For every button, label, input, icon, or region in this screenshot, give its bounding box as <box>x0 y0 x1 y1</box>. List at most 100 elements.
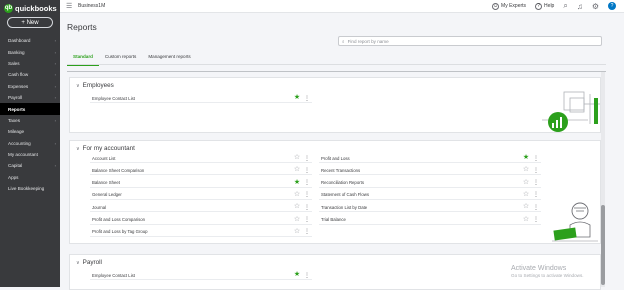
sidebar-item-sales[interactable]: Sales › <box>0 58 60 69</box>
sidebar-item-apps[interactable]: Apps <box>0 172 60 183</box>
kebab-icon[interactable]: ⋮ <box>302 179 312 186</box>
payroll-header[interactable]: ∨ Payroll <box>76 259 102 266</box>
report-name[interactable]: Recent Transactions <box>319 168 521 173</box>
report-name[interactable]: Trial Balance <box>319 217 521 222</box>
report-row[interactable]: Employee Contact List ★ ⋮ <box>90 271 312 280</box>
sidebar-item-cash-flow[interactable]: Cash flow › <box>0 69 60 80</box>
sidebar-item-label: Live Bookkeeping <box>8 186 45 192</box>
star-icon[interactable]: ☆ <box>521 179 531 187</box>
star-icon[interactable]: ★ <box>521 154 531 162</box>
star-icon[interactable]: ☆ <box>521 216 531 224</box>
star-icon[interactable]: ★ <box>292 271 302 279</box>
sidebar-item-banking[interactable]: Banking › <box>0 46 60 57</box>
kebab-icon[interactable]: ⋮ <box>302 95 312 102</box>
kebab-icon[interactable]: ⋮ <box>302 228 312 235</box>
search-icon[interactable]: ⌕ <box>563 1 567 11</box>
scrollbar-thumb[interactable] <box>601 205 605 285</box>
sidebar-item-capital[interactable]: Capital › <box>0 160 60 171</box>
report-row[interactable]: Profit and Loss Comparison ☆ ⋮ <box>90 216 312 225</box>
report-name[interactable]: Profit and Loss by Tag Group <box>90 229 292 234</box>
kebab-icon[interactable]: ⋮ <box>302 155 312 162</box>
report-row[interactable]: Balance Sheet Comparison ☆ ⋮ <box>90 166 312 176</box>
kebab-icon[interactable]: ⋮ <box>302 272 312 279</box>
bell-icon[interactable]: ♫ <box>577 2 583 11</box>
report-name[interactable]: Statement of Cash Flows <box>319 192 521 197</box>
report-row[interactable]: Recent Transactions ☆ ⋮ <box>319 166 541 176</box>
chevron-right-icon: › <box>54 83 56 89</box>
sidebar-item-reports[interactable]: Reports <box>0 103 60 115</box>
activate-windows-watermark: Activate Windows Go to Settings to activ… <box>511 265 584 278</box>
help-button[interactable]: ? Help <box>535 2 554 10</box>
kebab-icon[interactable]: ⋮ <box>531 155 541 162</box>
kebab-icon[interactable]: ⋮ <box>531 179 541 186</box>
report-name[interactable]: Employee Contact List <box>90 273 292 278</box>
report-name[interactable]: Balance Sheet <box>90 180 292 185</box>
star-icon[interactable]: ☆ <box>292 154 302 162</box>
report-search-input[interactable]: ⌕ Find report by name <box>338 36 602 46</box>
report-name[interactable]: General Ledger <box>90 192 292 197</box>
sidebar-item-label: Sales <box>8 60 20 66</box>
star-icon[interactable]: ☆ <box>292 191 302 199</box>
sidebar-item-live-bookkeeping[interactable]: Live Bookkeeping <box>0 183 60 194</box>
report-name[interactable]: Employee Contact List <box>90 96 292 101</box>
sidebar-item-expenses[interactable]: Expenses › <box>0 81 60 92</box>
sidebar-item-mileage[interactable]: Mileage <box>0 126 60 137</box>
star-icon[interactable]: ★ <box>292 94 302 102</box>
new-button[interactable]: + New <box>7 17 53 28</box>
report-name[interactable]: Transaction List by Date <box>319 205 521 210</box>
report-row[interactable]: Balance Sheet ★ ⋮ <box>90 179 312 188</box>
report-name[interactable]: Journal <box>90 205 292 210</box>
employees-header[interactable]: ∨ Employees <box>76 82 114 89</box>
assistant-icon[interactable]: ? <box>608 2 616 10</box>
report-row[interactable]: General Ledger ☆ ⋮ <box>90 191 312 200</box>
tab-custom-reports[interactable]: Custom reports <box>99 49 142 64</box>
star-icon[interactable]: ☆ <box>292 228 302 236</box>
hamburger-menu-icon[interactable]: ☰ <box>66 2 72 10</box>
section-title: Employees <box>82 82 114 89</box>
report-row[interactable]: Journal ☆ ⋮ <box>90 203 312 213</box>
quickbooks-logo[interactable]: qb quickbooks <box>4 2 57 14</box>
kebab-icon[interactable]: ⋮ <box>531 191 541 198</box>
company-name[interactable]: Business1M <box>78 3 105 9</box>
search-placeholder: Find report by name <box>347 38 389 44</box>
sidebar-item-label: Cash flow <box>8 72 29 78</box>
sidebar-item-payroll[interactable]: Payroll › <box>0 92 60 103</box>
my-experts-button[interactable]: ☺ My Experts <box>492 2 526 10</box>
kebab-icon[interactable]: ⋮ <box>531 204 541 211</box>
report-row[interactable]: Profit and Loss ★ ⋮ <box>319 154 541 163</box>
report-row[interactable]: Transaction List by Date ☆ ⋮ <box>319 203 541 213</box>
watermark-subtitle: Go to Settings to activate Windows. <box>511 273 584 278</box>
kebab-icon[interactable]: ⋮ <box>302 204 312 211</box>
report-row[interactable]: Account List ☆ ⋮ <box>90 154 312 163</box>
report-row[interactable]: Profit and Loss by Tag Group ☆ ⋮ <box>90 228 312 237</box>
report-name[interactable]: Account List <box>90 156 292 161</box>
chevron-right-icon: › <box>54 72 56 78</box>
star-icon[interactable]: ☆ <box>292 203 302 211</box>
report-name[interactable]: Reconciliation Reports <box>319 180 521 185</box>
report-row[interactable]: Statement of Cash Flows ☆ ⋮ <box>319 191 541 200</box>
report-name[interactable]: Profit and Loss Comparison <box>90 217 292 222</box>
gear-icon[interactable]: ⚙ <box>592 2 599 11</box>
star-icon[interactable]: ☆ <box>521 166 531 174</box>
kebab-icon[interactable]: ⋮ <box>302 167 312 174</box>
sidebar-item-dashboard[interactable]: Dashboard › <box>0 35 60 46</box>
kebab-icon[interactable]: ⋮ <box>302 216 312 223</box>
kebab-icon[interactable]: ⋮ <box>302 191 312 198</box>
kebab-icon[interactable]: ⋮ <box>531 216 541 223</box>
report-name[interactable]: Balance Sheet Comparison <box>90 168 292 173</box>
accountant-header[interactable]: ∨ For my accountant <box>76 145 135 152</box>
sidebar-item-taxes[interactable]: Taxes › <box>0 115 60 126</box>
tab-management-reports[interactable]: Management reports <box>142 49 196 64</box>
star-icon[interactable]: ★ <box>292 179 302 187</box>
star-icon[interactable]: ☆ <box>292 166 302 174</box>
report-row[interactable]: Trial Balance ☆ ⋮ <box>319 216 541 225</box>
star-icon[interactable]: ☆ <box>292 216 302 224</box>
report-row[interactable]: Employee Contact List ★ ⋮ <box>90 94 312 103</box>
star-icon[interactable]: ☆ <box>521 191 531 199</box>
report-name[interactable]: Profit and Loss <box>319 156 521 161</box>
star-icon[interactable]: ☆ <box>521 203 531 211</box>
sidebar-item-my-accountant[interactable]: My accountant <box>0 149 60 160</box>
sidebar-item-accounting[interactable]: Accounting › <box>0 138 60 149</box>
kebab-icon[interactable]: ⋮ <box>531 167 541 174</box>
report-row[interactable]: Reconciliation Reports ☆ ⋮ <box>319 179 541 188</box>
